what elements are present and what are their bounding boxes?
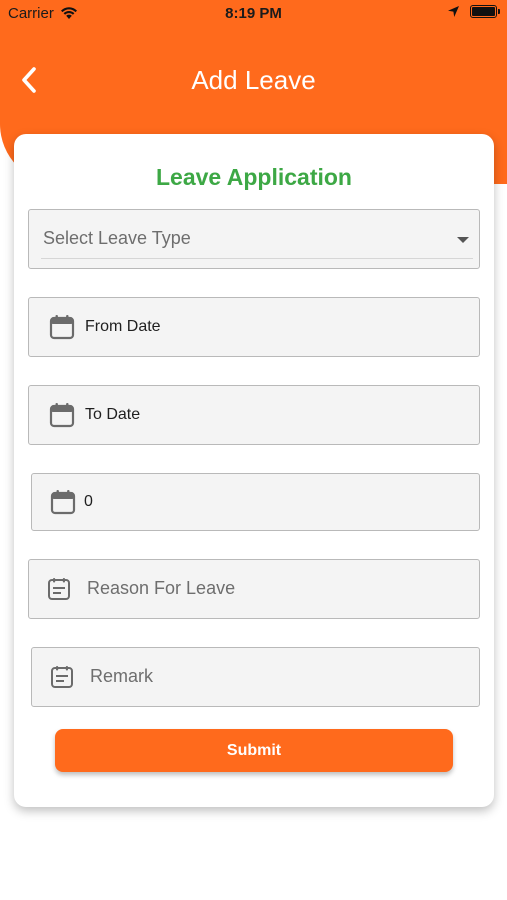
calendar-icon (50, 490, 76, 515)
calendar-icon (49, 403, 75, 428)
notes-calendar-icon (48, 578, 70, 600)
days-value: 0 (84, 493, 93, 510)
status-time: 8:19 PM (225, 5, 282, 22)
reason-placeholder: Reason For Leave (87, 578, 236, 598)
from-date-field[interactable]: From Date (28, 297, 480, 357)
select-underline (41, 258, 473, 259)
form-title: Leave Application (156, 164, 352, 190)
leave-type-select[interactable]: Select Leave Type (28, 209, 480, 269)
notes-calendar-icon (51, 666, 73, 688)
leave-type-placeholder: Select Leave Type (43, 228, 191, 248)
submit-button[interactable]: Submit (55, 729, 453, 772)
remark-field[interactable]: Remark (31, 647, 480, 707)
remark-placeholder: Remark (90, 666, 154, 686)
location-arrow-icon (448, 6, 459, 17)
navigation-bar: Add Leave (0, 56, 507, 104)
to-date-field[interactable]: To Date (28, 385, 480, 445)
reason-field[interactable]: Reason For Leave (28, 559, 480, 619)
status-bar: Carrier 8:19 PM (0, 0, 507, 28)
page-title: Add Leave (191, 65, 316, 95)
status-right-icons (447, 5, 500, 18)
days-field[interactable]: 0 (31, 473, 480, 531)
leave-form-card: Leave Application Select Leave Type From… (14, 134, 494, 807)
caret-down-icon (457, 237, 469, 243)
from-date-label: From Date (85, 318, 161, 335)
battery-icon (470, 5, 500, 18)
calendar-icon (49, 315, 75, 340)
to-date-label: To Date (85, 406, 141, 423)
